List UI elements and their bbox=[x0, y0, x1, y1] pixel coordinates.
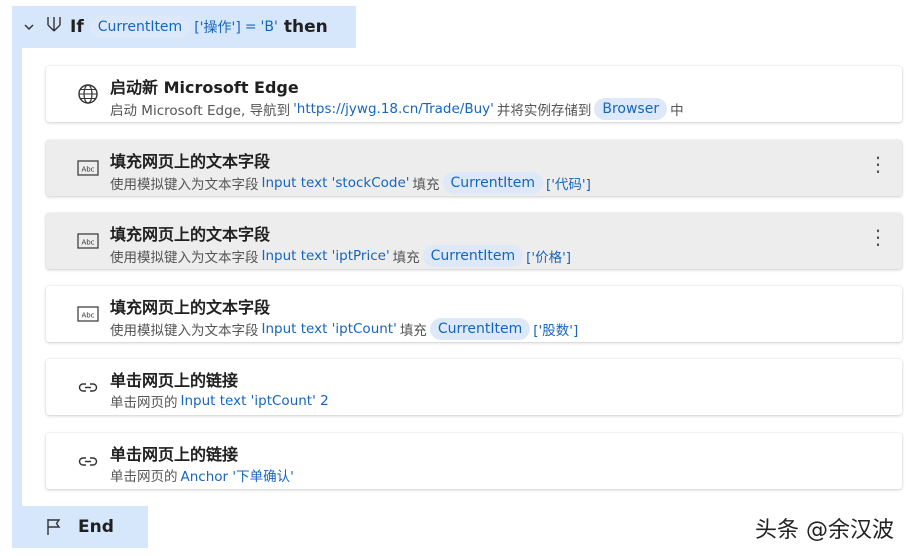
action-card-fill-stockcode[interactable]: Abc 填充网页上的文本字段 使用模拟键入为文本字段 Input text 's… bbox=[46, 140, 902, 196]
if-condition: CurrentItem ['操作'] = 'B' bbox=[89, 16, 278, 38]
then-keyword: then bbox=[283, 17, 328, 37]
desc-prefix: 单击网页的 bbox=[110, 395, 178, 411]
svg-text:Abc: Abc bbox=[81, 166, 94, 174]
compare-value: 'B' bbox=[260, 19, 278, 35]
action-description: 单击网页的 Anchor '下单确认' bbox=[110, 465, 294, 485]
end-action[interactable]: End bbox=[12, 506, 148, 548]
action-card-click-link-2[interactable]: 单击网页上的链接 单击网页的 Anchor '下单确认' bbox=[46, 433, 902, 489]
desc-suffix: ['股数'] bbox=[533, 323, 579, 339]
variable-pill: CurrentItem bbox=[89, 16, 191, 38]
variable-pill: CurrentItem bbox=[429, 318, 531, 340]
text-field-icon: Abc bbox=[76, 156, 100, 180]
action-description: 使用模拟键入为文本字段 Input text 'iptCount' 填充 Cur… bbox=[110, 318, 578, 340]
desc-link: Input text 'iptCount' 2 bbox=[180, 393, 329, 409]
if-block-rail bbox=[12, 6, 22, 506]
operator: = bbox=[244, 19, 257, 35]
more-options-icon[interactable]: ⋮ bbox=[868, 154, 888, 174]
desc-link: Input text 'iptCount' bbox=[261, 321, 397, 337]
action-title: 启动新 Microsoft Edge bbox=[110, 78, 299, 97]
desc-link: Anchor '下单确认' bbox=[180, 469, 294, 485]
flag-icon bbox=[44, 517, 64, 537]
if-keyword: If bbox=[70, 17, 84, 37]
branch-icon bbox=[44, 15, 64, 39]
action-description: 使用模拟键入为文本字段 Input text 'stockCode' 填充 Cu… bbox=[110, 172, 591, 194]
text-field-icon: Abc bbox=[76, 302, 100, 326]
more-options-icon[interactable]: ⋮ bbox=[868, 227, 888, 247]
svg-text:Abc: Abc bbox=[81, 312, 94, 320]
link-icon bbox=[76, 375, 100, 399]
watermark: 头条 @余汉波 bbox=[755, 518, 894, 543]
action-title: 单击网页上的链接 bbox=[110, 371, 239, 390]
action-card-launch-edge[interactable]: 启动新 Microsoft Edge 启动 Microsoft Edge, 导航… bbox=[46, 66, 902, 122]
action-card-click-link-1[interactable]: 单击网页上的链接 单击网页的 Input text 'iptCount' 2 bbox=[46, 359, 902, 415]
variable-index: ['操作'] bbox=[194, 20, 241, 36]
desc-prefix: 使用模拟键入为文本字段 bbox=[110, 250, 259, 266]
end-keyword: End bbox=[78, 517, 114, 537]
desc-link: Input text 'stockCode' bbox=[261, 175, 410, 191]
desc-prefix: 使用模拟键入为文本字段 bbox=[110, 323, 259, 339]
variable-pill: CurrentItem bbox=[442, 172, 543, 194]
desc-prefix: 单击网页的 bbox=[110, 469, 178, 485]
desc-mid: 填充 bbox=[399, 323, 427, 339]
action-description: 使用模拟键入为文本字段 Input text 'iptPrice' 填充 Cur… bbox=[110, 245, 571, 267]
desc-link: Input text 'iptPrice' bbox=[261, 248, 390, 264]
desc-mid: 填充 bbox=[392, 250, 420, 266]
desc-prefix: 启动 Microsoft Edge, 导航到 bbox=[110, 103, 291, 119]
action-description: 启动 Microsoft Edge, 导航到 'https://jywg.18.… bbox=[110, 98, 684, 120]
action-card-fill-count[interactable]: Abc 填充网页上的文本字段 使用模拟键入为文本字段 Input text 'i… bbox=[46, 286, 902, 342]
desc-mid: 并将实例存储到 bbox=[496, 103, 592, 119]
link-icon bbox=[76, 449, 100, 473]
action-card-fill-price[interactable]: Abc 填充网页上的文本字段 使用模拟键入为文本字段 Input text 'i… bbox=[46, 213, 902, 269]
desc-prefix: 使用模拟键入为文本字段 bbox=[110, 177, 259, 193]
desc-mid: 填充 bbox=[412, 177, 440, 193]
desc-suffix: ['代码'] bbox=[545, 177, 591, 193]
variable-pill: Browser bbox=[594, 98, 668, 120]
action-title: 填充网页上的文本字段 bbox=[110, 152, 271, 171]
text-field-icon: Abc bbox=[76, 229, 100, 253]
action-description: 单击网页的 Input text 'iptCount' 2 bbox=[110, 391, 329, 411]
action-title: 填充网页上的文本字段 bbox=[110, 225, 271, 244]
svg-text:Abc: Abc bbox=[81, 239, 94, 247]
if-action-header[interactable]: If CurrentItem ['操作'] = 'B' then bbox=[12, 6, 356, 48]
desc-suffix: 中 bbox=[670, 103, 684, 119]
variable-pill: CurrentItem bbox=[422, 245, 524, 267]
action-title: 单击网页上的链接 bbox=[110, 445, 239, 464]
desc-suffix: ['价格'] bbox=[526, 250, 572, 266]
desc-link: 'https://jywg.18.cn/Trade/Buy' bbox=[293, 101, 494, 117]
action-title: 填充网页上的文本字段 bbox=[110, 298, 271, 317]
globe-icon bbox=[76, 82, 100, 106]
chevron-down-icon[interactable] bbox=[20, 21, 38, 33]
